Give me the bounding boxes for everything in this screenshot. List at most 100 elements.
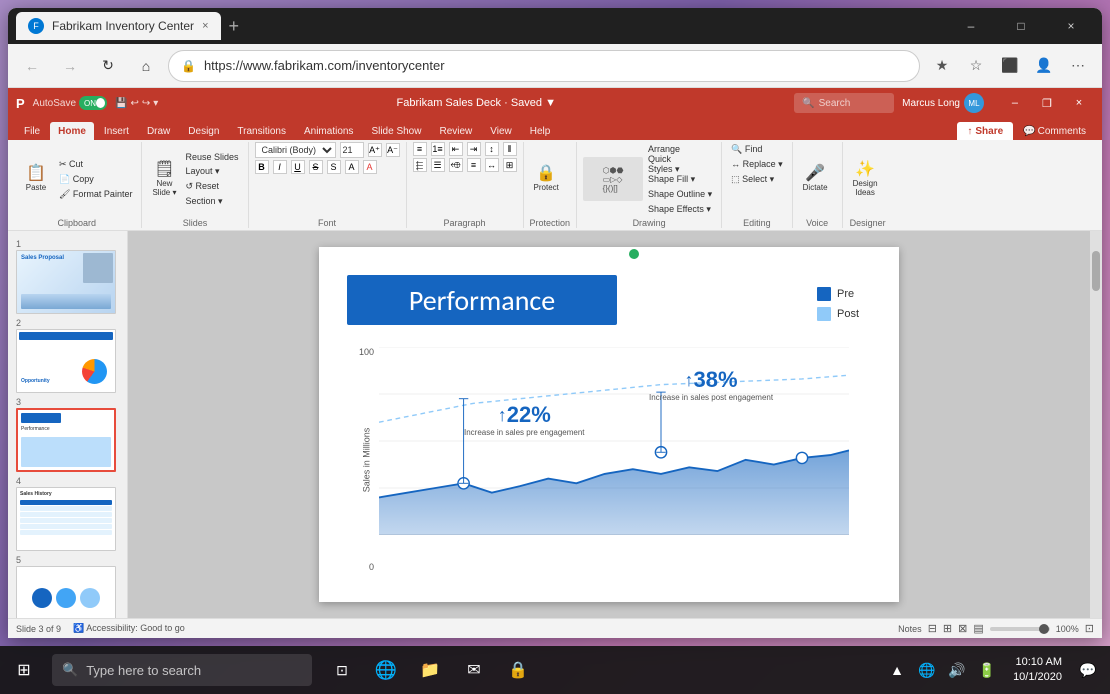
- mail-icon[interactable]: ✉: [456, 652, 492, 688]
- favorites-icon[interactable]: ★: [926, 50, 958, 82]
- menu-tab-file[interactable]: File: [16, 122, 48, 140]
- section-button[interactable]: Section ▾: [182, 195, 241, 209]
- battery-icon[interactable]: 🔋: [973, 656, 1001, 684]
- browser-maximize-button[interactable]: □: [998, 10, 1044, 42]
- taskbar-search[interactable]: 🔍 Type here to search: [52, 654, 312, 686]
- align-right-button[interactable]: ⬲: [449, 158, 463, 172]
- slide-thumb-4[interactable]: 4 Sales History: [16, 476, 119, 551]
- browser-minimize-button[interactable]: –: [948, 10, 994, 42]
- show-desktop-button[interactable]: ▲: [883, 656, 911, 684]
- replace-button[interactable]: ↔ Replace ▾: [728, 157, 786, 171]
- slide-thumb-3[interactable]: 3 Performance: [16, 397, 119, 472]
- shape-outline-button[interactable]: Shape Outline ▾: [645, 187, 715, 201]
- zoom-slider[interactable]: [990, 627, 1050, 631]
- menu-tab-review[interactable]: Review: [431, 122, 480, 140]
- text-shadow-button[interactable]: S: [327, 160, 341, 174]
- strikethrough-button[interactable]: S: [309, 160, 323, 174]
- menu-tab-insert[interactable]: Insert: [96, 122, 137, 140]
- slide-thumb-1[interactable]: 1 Sales Proposal: [16, 239, 119, 314]
- decrease-indent-button[interactable]: ⇤: [449, 142, 463, 156]
- refresh-button[interactable]: ↻: [92, 50, 124, 82]
- font-size-input[interactable]: [340, 142, 364, 158]
- new-slide-button[interactable]: 🗒 NewSlide ▾: [148, 157, 180, 201]
- new-tab-button[interactable]: +: [229, 16, 240, 37]
- fit-page-button[interactable]: ⊡: [1085, 622, 1094, 635]
- edge-browser-icon[interactable]: 🌐: [368, 652, 404, 688]
- ppt-close-button[interactable]: ×: [1064, 93, 1094, 113]
- format-painter-button[interactable]: 🖌 Format Painter: [56, 187, 135, 201]
- read-aloud-icon[interactable]: ☆: [960, 50, 992, 82]
- network-icon[interactable]: 🌐: [913, 656, 941, 684]
- reset-button[interactable]: ↺ Reset: [182, 180, 241, 194]
- bold-button[interactable]: B: [255, 160, 269, 174]
- menu-tab-design[interactable]: Design: [180, 122, 227, 140]
- home-button[interactable]: ⌂: [130, 50, 162, 82]
- zoom-thumb[interactable]: [1039, 624, 1049, 634]
- align-center-button[interactable]: ☰: [431, 158, 445, 172]
- smartart-button[interactable]: ⊞: [503, 158, 517, 172]
- char-spacing-button[interactable]: A: [345, 160, 359, 174]
- select-button[interactable]: ⬚ Select ▾: [728, 172, 786, 186]
- browser-tab[interactable]: F Fabrikam Inventory Center ×: [16, 12, 221, 40]
- cut-button[interactable]: ✂ Cut: [56, 157, 135, 171]
- columns-button[interactable]: ⫴: [503, 142, 517, 156]
- menu-tab-home[interactable]: Home: [50, 122, 94, 140]
- notification-icon[interactable]: 💬: [1074, 656, 1102, 684]
- justify-button[interactable]: ≡: [467, 158, 481, 172]
- find-button[interactable]: 🔍 Find: [728, 142, 786, 156]
- file-explorer-icon[interactable]: 📁: [412, 652, 448, 688]
- menu-tab-view[interactable]: View: [482, 122, 520, 140]
- forward-button[interactable]: →: [54, 50, 86, 82]
- design-ideas-button[interactable]: ✨ DesignIdeas: [849, 157, 882, 201]
- reading-view-button[interactable]: ⊠: [958, 622, 967, 635]
- volume-icon[interactable]: 🔊: [943, 656, 971, 684]
- start-button[interactable]: ⊞: [0, 646, 48, 694]
- increase-indent-button[interactable]: ⇥: [467, 142, 481, 156]
- slide-canvas[interactable]: Performance Pre Post: [319, 247, 899, 602]
- vertical-scrollbar[interactable]: [1090, 231, 1102, 618]
- underline-button[interactable]: U: [291, 160, 305, 174]
- task-view-button[interactable]: ⊡: [324, 652, 360, 688]
- italic-button[interactable]: I: [273, 160, 287, 174]
- ppt-search[interactable]: 🔍 Search: [794, 93, 894, 113]
- line-spacing-button[interactable]: ↕: [485, 142, 499, 156]
- font-decrease-button[interactable]: A⁻: [386, 143, 400, 157]
- ppt-minimize-button[interactable]: –: [1000, 93, 1030, 113]
- protect-button[interactable]: 🔒 Protect: [530, 157, 563, 201]
- back-button[interactable]: ←: [16, 50, 48, 82]
- dictate-button[interactable]: 🎤 Dictate: [799, 157, 832, 201]
- bullets-button[interactable]: ≡: [413, 142, 427, 156]
- shape-effects-button[interactable]: Shape Effects ▾: [645, 202, 715, 216]
- taskbar-clock[interactable]: 10:10 AM 10/1/2020: [1005, 655, 1070, 686]
- share-button[interactable]: ↑ Share: [957, 122, 1013, 140]
- menu-tab-help[interactable]: Help: [522, 122, 559, 140]
- address-bar[interactable]: 🔒 https://www.fabrikam.com/inventorycent…: [168, 50, 920, 82]
- menu-tab-slideshow[interactable]: Slide Show: [363, 122, 429, 140]
- scrollbar-thumb[interactable]: [1092, 251, 1100, 291]
- menu-tab-animations[interactable]: Animations: [296, 122, 361, 140]
- store-icon[interactable]: 🔒: [500, 652, 536, 688]
- outline-view-button[interactable]: ⊞: [943, 622, 952, 635]
- slide-thumb-5[interactable]: 5: [16, 555, 119, 618]
- slide-view-button[interactable]: ⊟: [928, 622, 937, 635]
- menu-tab-draw[interactable]: Draw: [139, 122, 178, 140]
- font-increase-button[interactable]: A⁺: [368, 143, 382, 157]
- reuse-slides-button[interactable]: Reuse Slides: [182, 150, 241, 164]
- presenter-view-button[interactable]: ▤: [973, 622, 983, 635]
- ppt-restore-button[interactable]: ❐: [1032, 93, 1062, 113]
- comments-button[interactable]: 💬 Comments: [1015, 122, 1094, 140]
- slide-thumb-2[interactable]: 2 Opportunity: [16, 318, 119, 393]
- align-left-button[interactable]: ⬱: [413, 158, 427, 172]
- font-name-select[interactable]: Calibri (Body): [255, 142, 336, 158]
- menu-tab-transitions[interactable]: Transitions: [229, 122, 294, 140]
- browser-tab-close[interactable]: ×: [202, 20, 208, 32]
- shape-fill-button[interactable]: Shape Fill ▾: [645, 172, 715, 186]
- quick-access-more[interactable]: ▾: [153, 98, 158, 109]
- copy-button[interactable]: 📄 Copy: [56, 172, 135, 186]
- profile-icon[interactable]: 👤: [1028, 50, 1060, 82]
- slide-title-box[interactable]: Performance: [347, 275, 617, 325]
- autosave-toggle[interactable]: ON: [79, 96, 107, 110]
- save-icon[interactable]: 💾: [115, 98, 127, 109]
- text-direction-button[interactable]: ↔: [485, 158, 499, 172]
- quick-styles-button[interactable]: QuickStyles ▾: [645, 157, 715, 171]
